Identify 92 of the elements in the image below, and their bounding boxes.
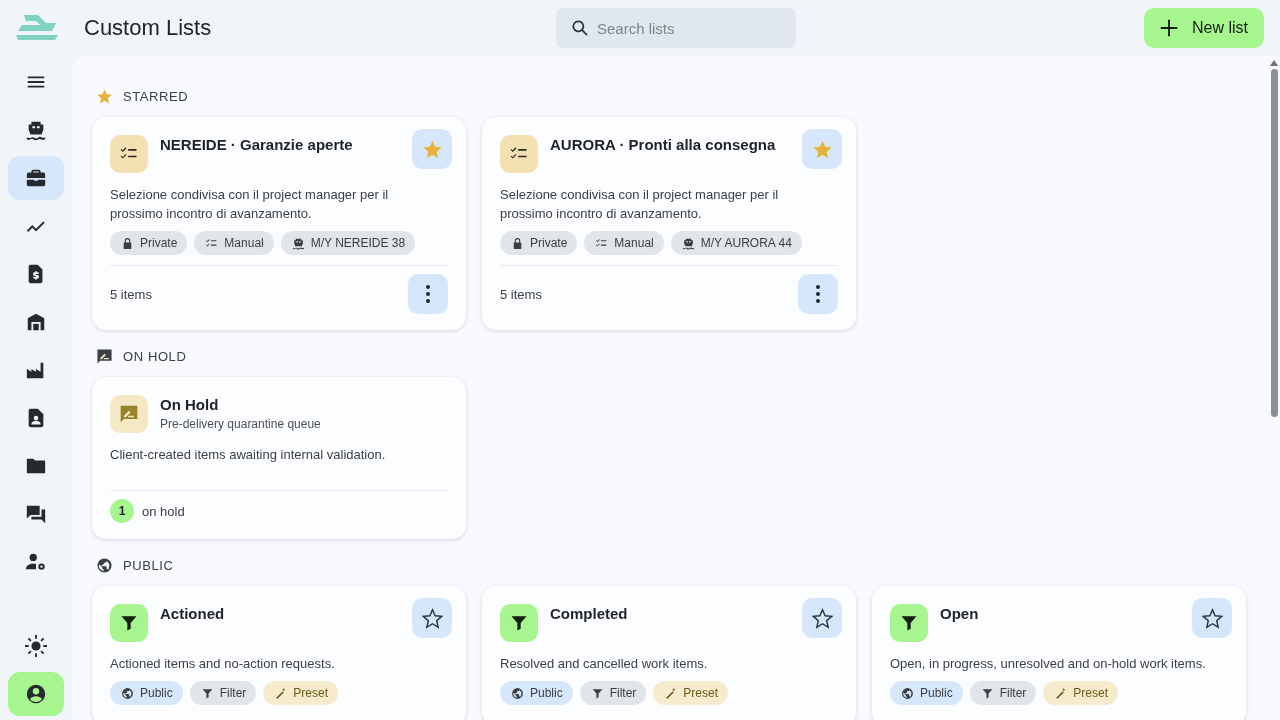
section-heading: PUBLIC (123, 558, 174, 573)
plus-icon (1158, 17, 1180, 39)
list-card[interactable]: Completed Resolved and cancelled work items. Public Filter Preset (482, 586, 856, 720)
wand-icon (1054, 686, 1068, 700)
tag-label: Filter (219, 686, 247, 700)
tag-label: Private (140, 236, 178, 250)
page-title: Custom Lists (84, 15, 213, 41)
list-card[interactable]: NEREIDE · Garanzie aperte Selezione condivisa con il project manager per il prossimo incontro di avanzamento. Private Manual M/Y NEREIDE 38 5 items (92, 117, 466, 330)
search-icon (570, 18, 590, 38)
funnel-icon (200, 686, 214, 700)
tag-label: Filter (999, 686, 1027, 700)
ship-icon (291, 236, 305, 250)
globe-icon (96, 557, 113, 574)
more-icon (816, 285, 820, 303)
card-description: Actioned items and no-action requests. (110, 655, 336, 673)
star-icon (811, 138, 833, 160)
tag-label: Public (920, 686, 953, 700)
item-count: on hold (142, 503, 185, 519)
star-icon (421, 138, 443, 160)
lock-icon (121, 236, 134, 250)
item-count: 5 items (110, 286, 152, 302)
star-button[interactable] (802, 129, 842, 169)
more-button[interactable] (798, 274, 838, 314)
star-icon (96, 88, 113, 105)
star-outline-icon (811, 607, 833, 629)
section-heading: STARRED (123, 89, 189, 104)
funnel-icon (980, 686, 994, 700)
star-outline-icon (1201, 607, 1223, 629)
briefcase-icon (25, 167, 47, 189)
star-outline-icon (421, 607, 443, 629)
card-subtitle: Pre-delivery quarantine queue (160, 417, 322, 431)
card-title: Open (940, 605, 980, 622)
list-card[interactable]: On Hold Pre-delivery quarantine queue Client-created items awaiting internal validation. 1 on hold (92, 377, 466, 539)
user-settings-icon (25, 551, 47, 573)
wand-icon (274, 686, 288, 700)
note-icon (96, 348, 113, 365)
card-description: Resolved and cancelled work items. (500, 655, 709, 673)
card-title: On Hold (160, 396, 220, 413)
tag-label: M/Y AURORA 44 (700, 236, 792, 250)
card-description: Selezione condivisa con il project manager per il prossimo incontro di avanzamento. (500, 186, 780, 223)
funnel-icon (509, 613, 529, 633)
section-heading: ON HOLD (123, 349, 187, 364)
tag-label: Preset (683, 686, 719, 700)
count-badge: 1 (110, 499, 134, 523)
funnel-icon (590, 686, 604, 700)
sidebar-item[interactable] (8, 156, 64, 200)
card-description: Client-created items awaiting internal validation. (110, 446, 387, 464)
new-list-button[interactable]: New list (1144, 8, 1264, 48)
list-card[interactable]: Actioned Actioned items and no-action requests. Public Filter Preset (92, 586, 466, 720)
search-field[interactable]: Search lists (556, 8, 796, 48)
sidebar-item[interactable] (8, 672, 64, 716)
ship-icon (681, 236, 695, 250)
scrollbar-thumb[interactable] (1270, 69, 1278, 417)
list-card[interactable]: Open Open, in progress, unresolved and on-hold work items. Public Filter Preset (872, 586, 1246, 720)
more-button[interactable] (408, 274, 448, 314)
funnel-icon (119, 613, 139, 633)
ship-icon (25, 119, 47, 141)
globe-icon (121, 686, 134, 700)
tag-label: Preset (293, 686, 329, 700)
card-description: Open, in progress, unresolved and on-hold work items. (890, 655, 1207, 673)
card-title: NEREIDE · Garanzie aperte (160, 136, 354, 153)
list-card[interactable]: AURORA · Pronti alla consegna Selezione condivisa con il project manager per il prossimo incontro di avanzamento. Private Manual M/Y AURORA 44 5 items (482, 117, 856, 330)
globe-icon (511, 686, 524, 700)
tag-label: Public (140, 686, 173, 700)
wand-icon (664, 686, 678, 700)
tag-label: Public (530, 686, 563, 700)
card-title: Actioned (160, 605, 226, 622)
item-count: 5 items (500, 286, 542, 302)
lock-icon (511, 236, 524, 250)
star-button[interactable] (412, 598, 452, 638)
globe-icon (901, 686, 914, 700)
scroll-up-arrow[interactable] (1270, 60, 1278, 66)
tag-label: Filter (609, 686, 637, 700)
card-description: Selezione condivisa con il project manager per il prossimo incontro di avanzamento. (110, 186, 390, 223)
star-button[interactable] (802, 598, 842, 638)
star-button[interactable] (412, 129, 452, 169)
yacht-logo (14, 13, 60, 43)
card-title: Completed (550, 605, 629, 622)
tag-label: Manual (224, 236, 264, 250)
tag-label: Preset (1073, 686, 1109, 700)
sun-icon (25, 635, 47, 657)
tag-label: Private (530, 236, 568, 250)
card-title: AURORA · Pronti alla consegna (550, 136, 777, 153)
note-icon (119, 404, 139, 424)
account-icon (25, 683, 47, 705)
tag-label: Manual (614, 236, 654, 250)
funnel-icon (899, 613, 919, 633)
tag-label: M/Y NEREIDE 38 (310, 236, 406, 250)
warehouse-icon (25, 311, 47, 333)
chat-bubbles-icon (25, 503, 47, 525)
star-button[interactable] (1192, 598, 1232, 638)
more-icon (426, 285, 430, 303)
